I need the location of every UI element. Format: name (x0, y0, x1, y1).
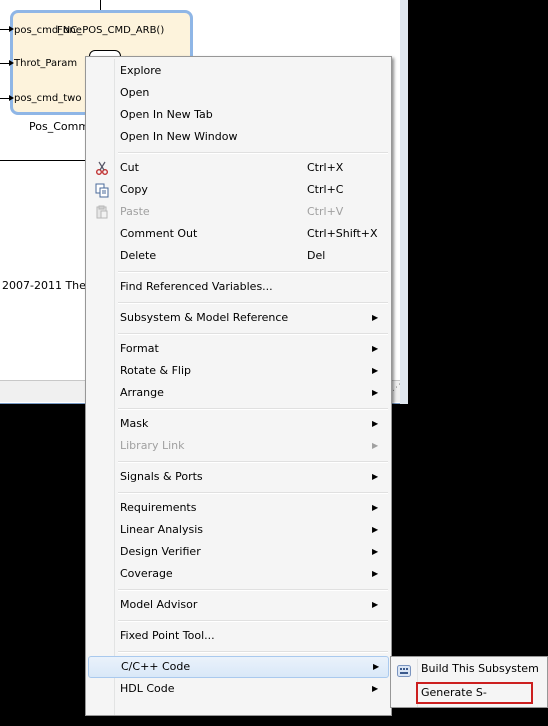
menu-item-open[interactable]: Open (88, 82, 389, 104)
menu-item-shortcut: Ctrl+X (307, 161, 344, 174)
menu-item-open-in-new-tab[interactable]: Open In New Tab (88, 104, 389, 126)
menu-item-delete[interactable]: Delete Del (88, 245, 389, 267)
submenu-arrow-icon: ▶ (372, 366, 379, 375)
menu-item-label: Library Link (120, 439, 185, 452)
submenu-arrow-icon: ▶ (372, 388, 379, 397)
menu-item-requirements[interactable]: Requirements ▶ (88, 497, 389, 519)
window-edge (400, 0, 408, 404)
menu-item-shortcut: Del (307, 249, 326, 262)
submenu-arrow-icon: ▶ (372, 472, 379, 481)
scissors-icon (94, 160, 110, 176)
menu-item-explore[interactable]: Explore (88, 60, 389, 82)
submenu-arrow-icon: ▶ (372, 569, 379, 578)
copy-icon (94, 182, 110, 198)
menu-item-paste: Paste Ctrl+V (88, 201, 389, 223)
signal-line-top (100, 0, 101, 10)
context-menu: Explore Open Open In New Tab Open In New Wi… (85, 56, 392, 716)
menu-item-subsystem-model-reference[interactable]: Subsystem & Model Reference ▶ (88, 307, 389, 329)
menu-item-label: Rotate & Flip (120, 364, 192, 377)
menu-item-label: Signals & Ports (120, 470, 203, 483)
menu-item-fixed-point-tool[interactable]: Fixed Point Tool... (88, 625, 389, 647)
menu-item-label: Open (120, 86, 150, 99)
submenu-arrow-icon: ▶ (372, 525, 379, 534)
submenu-arrow-icon: ▶ (372, 344, 379, 353)
menu-item-shortcut: Ctrl+V (307, 205, 344, 218)
menu-item-label: HDL Code (120, 682, 175, 695)
menu-separator (118, 152, 388, 154)
menu-item-design-verifier[interactable]: Design Verifier ▶ (88, 541, 389, 563)
menu-item-label: Linear Analysis (120, 523, 204, 536)
menu-separator (118, 651, 388, 653)
menu-separator (118, 492, 388, 494)
menu-item-arrange[interactable]: Arrange ▶ (88, 382, 389, 404)
submenu-arrow-icon: ▶ (372, 313, 379, 322)
menu-item-label: Find Referenced Variables... (120, 280, 273, 293)
menu-separator (118, 302, 388, 304)
menu-item-label: Model Advisor (120, 598, 198, 611)
block-name-label: Pos_Comm (29, 120, 90, 133)
menu-item-hdl-code[interactable]: HDL Code ▶ (88, 678, 389, 700)
menu-item-open-in-new-window[interactable]: Open In New Window (88, 126, 389, 148)
submenu-arrow-icon: ▶ (372, 600, 379, 609)
menu-separator (118, 408, 388, 410)
submenu-arrow-icon: ▶ (372, 503, 379, 512)
submenu-arrow-icon: ▶ (372, 547, 379, 556)
menu-item-c-c-code[interactable]: C/C++ Code ▶ (88, 656, 389, 678)
menu-separator (118, 620, 388, 622)
menu-item-label: Arrange (120, 386, 164, 399)
menu-item-mask[interactable]: Mask ▶ (88, 413, 389, 435)
menu-item-find-referenced-variables[interactable]: Find Referenced Variables... (88, 276, 389, 298)
menu-item-label: Design Verifier (120, 545, 201, 558)
menu-item-label: Requirements (120, 501, 197, 514)
menu-item-shortcut: Ctrl+Shift+X (307, 227, 378, 240)
menu-item-label: Cut (120, 161, 139, 174)
submenu-arrow-icon: ▶ (372, 419, 379, 428)
menu-item-label: Open In New Tab (120, 108, 213, 121)
input-arrow (0, 95, 14, 101)
input-arrow (0, 26, 14, 32)
menu-item-copy[interactable]: Copy Ctrl+C (88, 179, 389, 201)
menu-item-signals-ports[interactable]: Signals & Ports ▶ (88, 466, 389, 488)
port-label: Throt_Param (14, 58, 78, 69)
submenu-item-build-this-subsystem[interactable]: Build This Subsystem (393, 658, 545, 680)
submenu-item-label: Build This Subsystem (421, 662, 539, 675)
port-label: pos_cmd_one (14, 25, 82, 36)
menu-item-model-advisor[interactable]: Model Advisor ▶ (88, 594, 389, 616)
submenu-item-label: Generate S-Function (421, 686, 487, 721)
submenu-item-generate-s-function[interactable]: Generate S-Function (416, 682, 533, 721)
paste-icon (94, 204, 110, 220)
cpp-code-submenu: Build This Subsystem Generate S-Function (390, 656, 548, 721)
menu-item-rotate-flip[interactable]: Rotate & Flip ▶ (88, 360, 389, 382)
menu-item-label: Delete (120, 249, 157, 262)
menu-item-linear-analysis[interactable]: Linear Analysis ▶ (88, 519, 389, 541)
menu-item-label: Fixed Point Tool... (120, 629, 215, 642)
menu-item-coverage[interactable]: Coverage ▶ (88, 563, 389, 585)
submenu-arrow-icon: ▶ (373, 662, 380, 671)
submenu-arrow-icon: ▶ (372, 441, 379, 450)
menu-item-label: Coverage (120, 567, 173, 580)
menu-item-shortcut: Ctrl+C (307, 183, 344, 196)
input-arrow (0, 60, 14, 66)
menu-separator (118, 271, 388, 273)
menu-separator (118, 461, 388, 463)
menu-item-format[interactable]: Format ▶ (88, 338, 389, 360)
port-label: pos_cmd_two (14, 93, 82, 104)
menu-item-label: C/C++ Code (121, 660, 191, 673)
submenu-arrow-icon: ▶ (372, 684, 379, 693)
menu-item-label: Paste (120, 205, 150, 218)
menu-item-label: Comment Out (120, 227, 198, 240)
menu-item-label: Open In New Window (120, 130, 238, 143)
menu-item-label: Subsystem & Model Reference (120, 311, 289, 324)
menu-item-cut[interactable]: Cut Ctrl+X (88, 157, 389, 179)
menu-separator (118, 333, 388, 335)
menu-item-library-link: Library Link ▶ (88, 435, 389, 457)
copyright-text: 2007-2011 The (2, 279, 86, 292)
menu-separator (118, 589, 388, 591)
menu-item-label: Mask (120, 417, 149, 430)
menu-item-comment-out[interactable]: Comment Out Ctrl+Shift+X (88, 223, 389, 245)
menu-item-label: Explore (120, 64, 162, 77)
menu-item-label: Copy (120, 183, 148, 196)
menu-item-label: Format (120, 342, 159, 355)
build-icon (397, 663, 411, 677)
